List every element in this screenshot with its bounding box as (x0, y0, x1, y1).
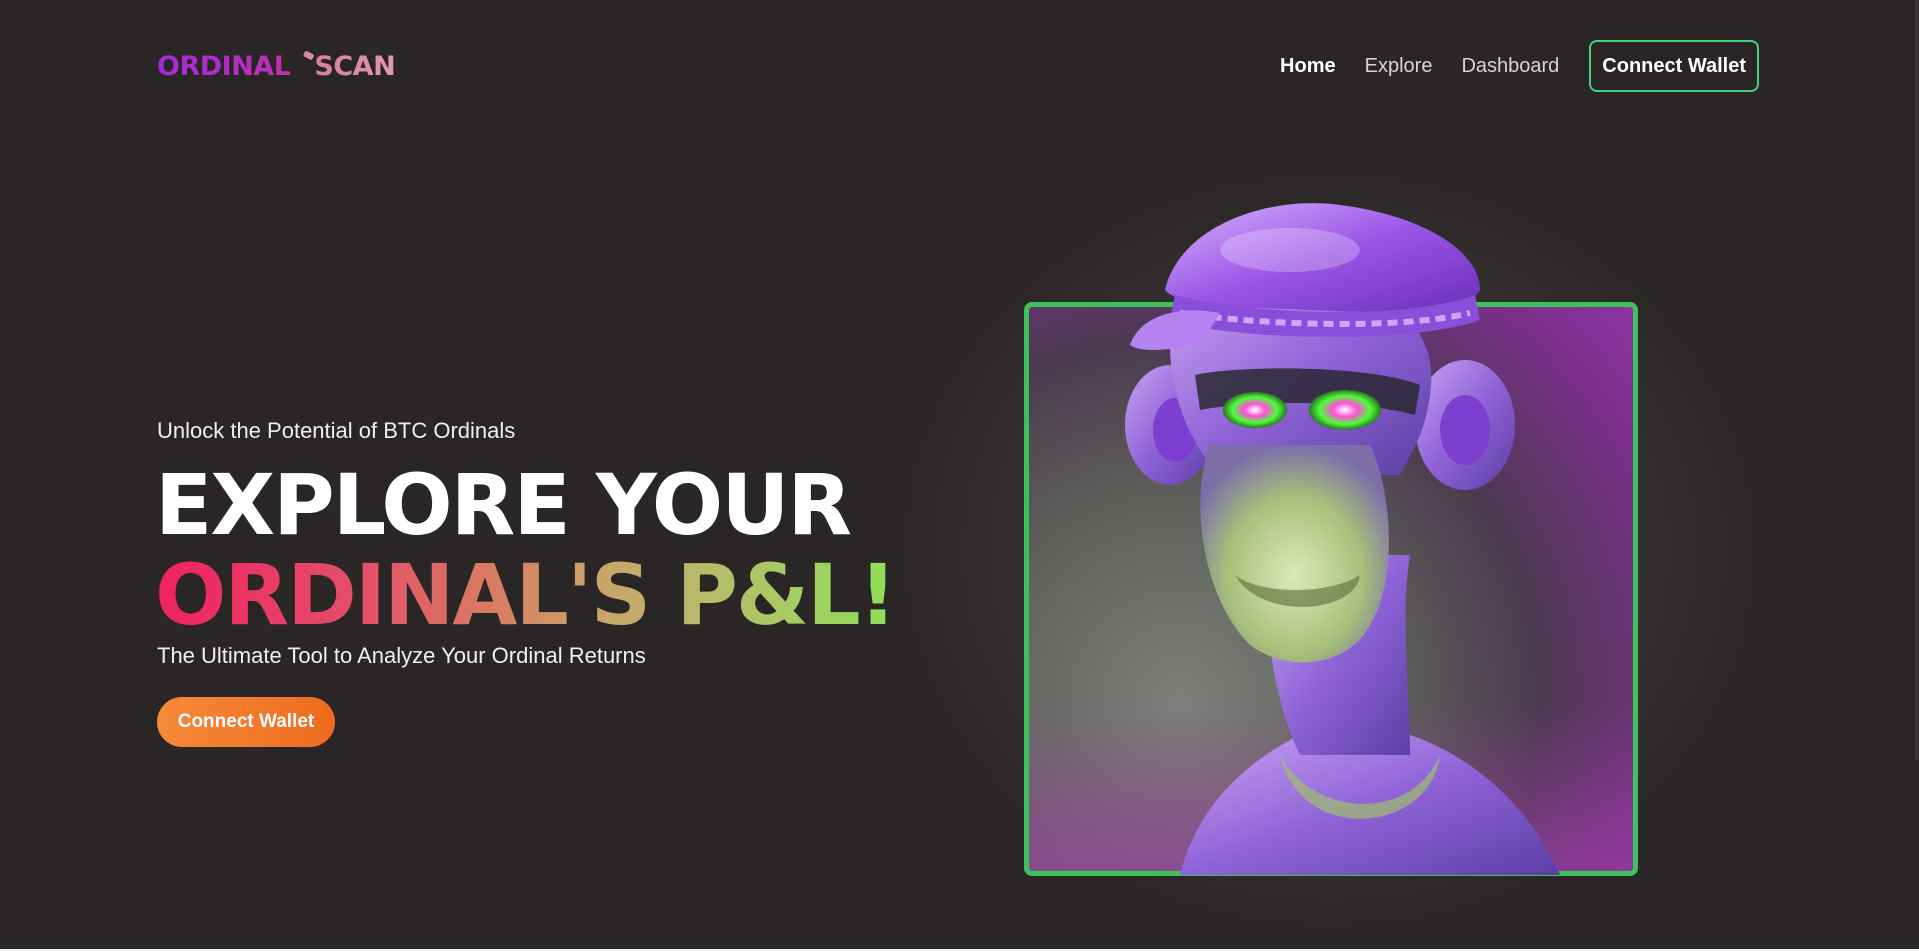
hero-subline: The Ultimate Tool to Analyze Your Ordina… (157, 643, 646, 668)
nav-home[interactable]: Home (1280, 55, 1336, 78)
scrollbar[interactable] (1915, 0, 1919, 760)
hero-headline-line2: ORDINAL'S P&L! (155, 546, 897, 644)
nav-explore[interactable]: Explore (1365, 55, 1433, 78)
hero-eyebrow: Unlock the Potential of BTC Ordinals (157, 418, 516, 443)
ape-muzzle (1200, 445, 1389, 663)
hero-connect-wallet-button[interactable]: Connect Wallet (157, 697, 335, 747)
logo-text-scan: SCAN (314, 50, 396, 82)
logo-text-ordinal: ORDINAL (157, 50, 291, 82)
header-connect-wallet-button[interactable]: Connect Wallet (1589, 40, 1759, 92)
nav-dashboard[interactable]: Dashboard (1461, 55, 1559, 78)
landing-page: ORDINAL SCAN Home Explore Dashboard Conn… (0, 0, 1919, 951)
logo-mark (303, 50, 315, 61)
ape-left-eye (1223, 392, 1287, 428)
ape-nft-illustration (1125, 203, 1560, 875)
hero-headline-line1: EXPLORE YOUR (155, 456, 852, 554)
hero-headline: EXPLORE YOUR ORDINAL'S P&L! (155, 456, 897, 644)
site-logo[interactable]: ORDINAL SCAN (157, 48, 396, 84)
main-nav: Home Explore Dashboard Connect Wallet (1280, 38, 1759, 94)
ape-right-eye (1309, 390, 1381, 430)
